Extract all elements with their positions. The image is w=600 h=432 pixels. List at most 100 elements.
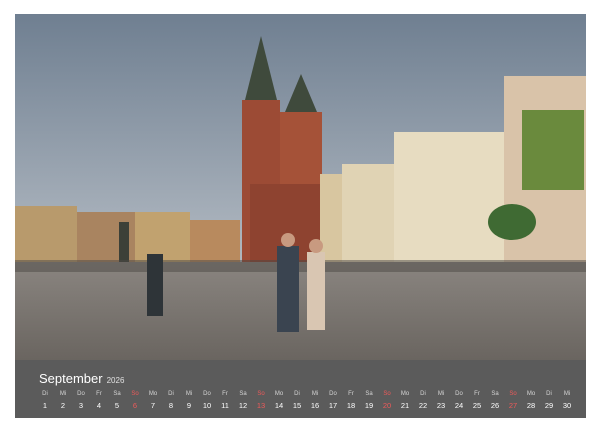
calendar-title: September 2026 xyxy=(39,370,124,388)
day-number: 15 xyxy=(292,401,302,410)
calendar-day: Mo 14 xyxy=(270,389,288,411)
weekday-label: Mo xyxy=(148,391,158,397)
calendar-day: So 13 xyxy=(252,389,270,411)
weekday-label: Di xyxy=(168,391,174,397)
day-number: 10 xyxy=(202,401,212,410)
calendar-day: Di 1 xyxy=(36,389,54,411)
calendar-day: So 6 xyxy=(126,389,144,411)
day-number: 20 xyxy=(382,401,392,410)
year-label: 2026 xyxy=(106,376,125,385)
day-number: 6 xyxy=(132,401,138,410)
weekday-label: Mi xyxy=(563,391,571,397)
day-number: 17 xyxy=(328,401,338,410)
building-left-4 xyxy=(190,220,240,262)
tree xyxy=(488,204,536,240)
weekday-label: Mo xyxy=(526,391,536,397)
calendar-day: Do 3 xyxy=(72,389,90,411)
day-number: 8 xyxy=(168,401,174,410)
day-number: 30 xyxy=(562,401,572,410)
calendar-strip: September 2026 Di 1 Mi 2 Do 3 Fr 4 Sa 5 So 6 Mo 7 Di 8 Mi… xyxy=(15,360,586,418)
calendar-day: Sa 5 xyxy=(108,389,126,411)
building-right-2 xyxy=(342,164,394,262)
weekday-label: Do xyxy=(77,391,85,397)
weekday-label: Do xyxy=(329,391,337,397)
crowd xyxy=(15,260,586,272)
weekday-label: Fr xyxy=(474,391,480,397)
weekday-label: So xyxy=(509,391,517,397)
calendar-day: Do 10 xyxy=(198,389,216,411)
person-woman-head xyxy=(309,239,323,253)
calendar-day: Fr 18 xyxy=(342,389,360,411)
calendar-day: Mi 23 xyxy=(432,389,450,411)
weekday-label: Di xyxy=(546,391,552,397)
calendar-day: Fr 25 xyxy=(468,389,486,411)
weekday-label: Mi xyxy=(59,391,67,397)
day-number: 1 xyxy=(42,401,48,410)
calendar-day: Di 29 xyxy=(540,389,558,411)
calendar-day: Do 24 xyxy=(450,389,468,411)
weekday-label: Sa xyxy=(113,391,121,397)
weekday-label: Sa xyxy=(239,391,247,397)
day-number: 21 xyxy=(400,401,410,410)
weekday-label: Di xyxy=(420,391,426,397)
calendar-day: Di 15 xyxy=(288,389,306,411)
calendar-day: Do 17 xyxy=(324,389,342,411)
day-grid: Di 1 Mi 2 Do 3 Fr 4 Sa 5 So 6 Mo 7 Di 8 Mi 9 Do 10 Fr 11 Sa 12 S… xyxy=(36,389,576,413)
monument xyxy=(119,222,129,264)
calendar-day: Sa 12 xyxy=(234,389,252,411)
calendar-day: Fr 11 xyxy=(216,389,234,411)
day-number: 13 xyxy=(256,401,266,410)
day-number: 19 xyxy=(364,401,374,410)
day-number: 5 xyxy=(114,401,120,410)
billboard xyxy=(522,110,584,190)
day-number: 4 xyxy=(96,401,102,410)
weekday-label: Mi xyxy=(437,391,445,397)
day-number: 22 xyxy=(418,401,428,410)
day-number: 14 xyxy=(274,401,284,410)
weekday-label: Do xyxy=(455,391,463,397)
month-label: September xyxy=(39,371,103,386)
day-number: 16 xyxy=(310,401,320,410)
day-number: 18 xyxy=(346,401,356,410)
calendar-day: Mi 30 xyxy=(558,389,576,411)
building-right-1 xyxy=(320,174,342,262)
weekday-label: Do xyxy=(203,391,211,397)
building-left xyxy=(15,206,77,262)
day-number: 2 xyxy=(60,401,66,410)
calendar-day: Di 8 xyxy=(162,389,180,411)
calendar-day: Sa 26 xyxy=(486,389,504,411)
day-number: 25 xyxy=(472,401,482,410)
day-number: 27 xyxy=(508,401,518,410)
day-number: 24 xyxy=(454,401,464,410)
calendar-day: Mi 16 xyxy=(306,389,324,411)
day-number: 12 xyxy=(238,401,248,410)
building-right-3 xyxy=(394,132,504,262)
person-man xyxy=(277,246,299,332)
weekday-label: Mo xyxy=(400,391,410,397)
weekday-label: Di xyxy=(294,391,300,397)
day-number: 29 xyxy=(544,401,554,410)
weekday-label: Fr xyxy=(222,391,228,397)
calendar-photo xyxy=(15,14,586,360)
day-number: 28 xyxy=(526,401,536,410)
calendar-day: Mo 21 xyxy=(396,389,414,411)
weekday-label: Fr xyxy=(348,391,354,397)
person-left xyxy=(147,254,163,316)
calendar-day: Mo 7 xyxy=(144,389,162,411)
day-number: 26 xyxy=(490,401,500,410)
day-number: 7 xyxy=(150,401,156,410)
weekday-label: Fr xyxy=(96,391,102,397)
calendar-day: Mo 28 xyxy=(522,389,540,411)
person-man-head xyxy=(281,233,295,247)
calendar-day: Sa 19 xyxy=(360,389,378,411)
calendar-day: Di 22 xyxy=(414,389,432,411)
weekday-label: Mi xyxy=(311,391,319,397)
weekday-label: Sa xyxy=(491,391,499,397)
weekday-label: Di xyxy=(42,391,48,397)
day-number: 9 xyxy=(186,401,192,410)
photo-scene xyxy=(15,14,586,360)
calendar-day: Mi 2 xyxy=(54,389,72,411)
day-number: 3 xyxy=(78,401,84,410)
day-number: 11 xyxy=(221,401,229,410)
weekday-label: So xyxy=(383,391,391,397)
